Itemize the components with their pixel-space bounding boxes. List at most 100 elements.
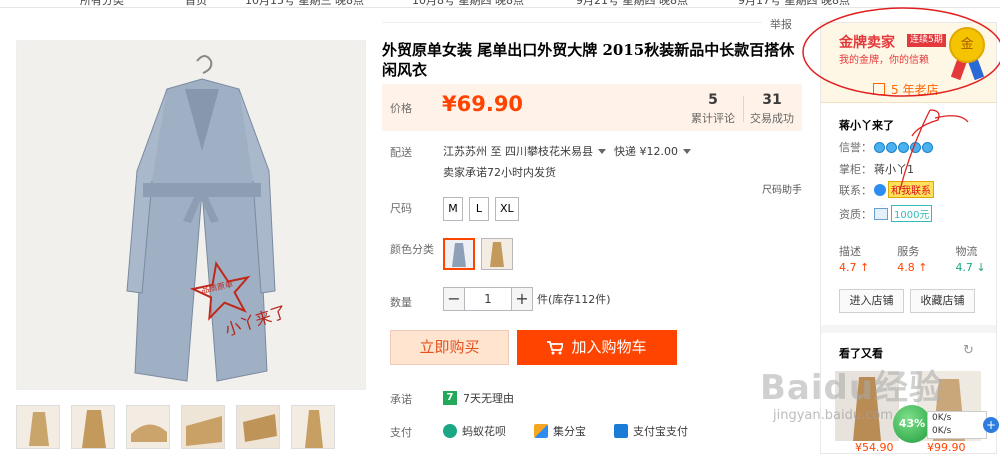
see-also-title: 看了又看 <box>839 347 883 360</box>
payment-alipay[interactable]: 支付宝支付 <box>614 423 688 439</box>
dsr-scores: 描述 4.7 ↑ 服务 4.8 ↑ 物流 4.7 ↓ <box>839 243 986 274</box>
thumbnail[interactable] <box>236 405 280 449</box>
sales-count: 31 <box>762 92 782 108</box>
sales-stat: 31 交易成功 <box>744 92 800 126</box>
ship-to-dropdown[interactable]: 四川攀枝花米易县 <box>505 145 593 158</box>
keeper-name[interactable]: 蒋小丫1 <box>874 161 914 177</box>
sales-label: 交易成功 <box>750 112 794 125</box>
seller-name[interactable]: 蒋小丫来了 <box>839 117 894 133</box>
decrement-button[interactable]: − <box>443 287 465 311</box>
wangwang-icon[interactable] <box>874 183 886 196</box>
reviews-label: 累计评论 <box>691 112 735 125</box>
baidu-watermark-url: jingyan.baidu.com <box>773 408 893 423</box>
color-label: 颜色分类 <box>390 243 434 256</box>
arrow-up-icon: ↑ <box>860 261 870 274</box>
shop-years-text: 5 年老店 <box>891 83 939 97</box>
main-product-image[interactable]: 品质原单 小丫来了 <box>16 40 366 390</box>
contact-label: 联系： <box>839 183 872 197</box>
payment-jifenbao[interactable]: 集分宝 <box>534 423 586 439</box>
size-option[interactable]: L <box>469 197 489 221</box>
dsr-logistics: 物流 4.7 ↓ <box>955 243 985 274</box>
report-link[interactable]: 举报 <box>770 16 792 32</box>
thumbnail[interactable] <box>126 405 170 449</box>
add-to-cart-label: 加入购物车 <box>571 338 647 356</box>
contact-button[interactable]: 和我联系 <box>888 181 934 198</box>
quantity-label: 数量 <box>390 296 412 309</box>
size-helper-link[interactable]: 尺码助手 <box>762 181 802 196</box>
nav-item[interactable]: 9月21号 星期四 晚8点 <box>576 0 688 7</box>
gold-seller-sub: 我的金牌，你的信赖 <box>839 55 929 66</box>
chevron-down-icon[interactable] <box>598 149 606 154</box>
coat-image: 品质原单 小丫来了 <box>17 41 365 389</box>
reviews-count: 5 <box>708 92 718 108</box>
qual-label: 资质： <box>839 207 872 221</box>
payment-label: 支付 <box>390 426 412 439</box>
price-value: ¥69.90 <box>442 92 524 116</box>
dsr-label: 描述 <box>839 245 861 258</box>
baidu-watermark: Baidu经验 <box>760 368 945 408</box>
size-options: M L XL <box>443 197 519 221</box>
nav-item[interactable]: 10月15号 星期三 晚8点 <box>245 0 364 7</box>
reviews-stat[interactable]: 5 累计评论 <box>685 92 741 126</box>
ship-from: 江苏苏州 <box>443 145 487 158</box>
top-nav: 所有分类 首页 10月15号 星期三 晚8点 10月8号 星期四 晚8点 9月2… <box>0 0 1000 8</box>
deposit-badge[interactable]: 1000元 <box>891 205 933 222</box>
dsr-value: 4.7 ↓ <box>955 261 986 274</box>
quantity-stepper: − 1 + 件(库存112件) <box>443 287 611 311</box>
size-option[interactable]: XL <box>495 197 519 221</box>
refresh-icon[interactable]: ↻ <box>963 343 974 358</box>
color-swatch-gray[interactable] <box>443 238 475 270</box>
quantity-input[interactable]: 1 <box>465 287 511 311</box>
gold-seller-title: 金牌卖家 <box>839 35 895 51</box>
payment-name: 蚂蚁花呗 <box>462 425 506 438</box>
thumbnail[interactable] <box>71 405 115 449</box>
commitment-label: 承诺 <box>390 393 412 406</box>
huabei-icon <box>443 424 457 438</box>
credit-diamond-icon <box>910 141 921 153</box>
stock-text: 件(库存112件) <box>537 293 611 306</box>
buy-now-button[interactable]: 立即购买 <box>390 330 509 365</box>
rec-price: ¥54.90 <box>855 441 894 454</box>
thumbnail[interactable] <box>291 405 335 449</box>
credit-diamond-icon <box>874 141 885 153</box>
product-title: 外贸原单女装 尾单出口外贸大牌 2015秋装新品中长款百搭休闲风衣 <box>382 41 795 79</box>
gold-seller-box: 金牌卖家 连续5期 我的金牌，你的信赖 金 5 年老店 <box>821 23 996 103</box>
contact-row: 联系： 和我联系 <box>839 181 934 198</box>
dsr-value: 4.7 ↑ <box>839 261 870 274</box>
nav-item[interactable]: 10月8号 星期四 晚8点 <box>412 0 524 7</box>
credit-label: 信誉： <box>839 141 872 154</box>
commitment[interactable]: 7 7天无理由 <box>443 390 514 406</box>
nav-item[interactable]: 所有分类 <box>80 0 124 7</box>
favorite-shop-button[interactable]: 收藏店铺 <box>910 289 975 313</box>
jifenbao-icon <box>534 424 548 438</box>
dsr-label: 服务 <box>897 245 920 258</box>
credit-diamond-icon <box>922 141 933 153</box>
nav-item[interactable]: 首页 <box>185 0 207 7</box>
shipping-label: 配送 <box>390 146 412 159</box>
ship-promise: 卖家承诺72小时内发货 <box>443 166 556 179</box>
payment-huabei[interactable]: 蚂蚁花呗 <box>443 423 506 439</box>
increment-button[interactable]: + <box>511 287 533 311</box>
color-options <box>443 238 513 270</box>
chevron-down-icon[interactable] <box>683 149 691 154</box>
ship-method-dropdown[interactable]: 快递 ¥12.00 <box>614 145 678 158</box>
size-option[interactable]: M <box>443 197 463 221</box>
nav-item[interactable]: 9月17号 星期四 晚8点 <box>738 0 850 7</box>
thumbnail[interactable] <box>181 405 225 449</box>
color-swatch-camel[interactable] <box>481 238 513 270</box>
seven-day-icon: 7 <box>443 391 457 405</box>
credit-diamond-icon <box>898 141 909 153</box>
ship-to-word: 至 <box>490 145 502 158</box>
keeper-label: 掌柜： <box>839 163 872 176</box>
gold-medal-icon: 金 <box>949 27 985 63</box>
shop-buttons: 进入店铺 收藏店铺 <box>839 289 975 313</box>
plus-icon[interactable]: + <box>983 417 999 433</box>
thumbnail[interactable] <box>16 405 60 449</box>
network-speed-widget[interactable]: 43% 0K/s 0K/s + <box>893 405 1000 445</box>
size-label: 尺码 <box>390 202 412 215</box>
divider <box>382 22 762 23</box>
add-to-cart-button[interactable]: 加入购物车 <box>517 330 677 365</box>
dsr-value: 4.8 ↑ <box>897 261 928 274</box>
certification-icon <box>874 207 888 220</box>
enter-shop-button[interactable]: 进入店铺 <box>839 289 904 313</box>
